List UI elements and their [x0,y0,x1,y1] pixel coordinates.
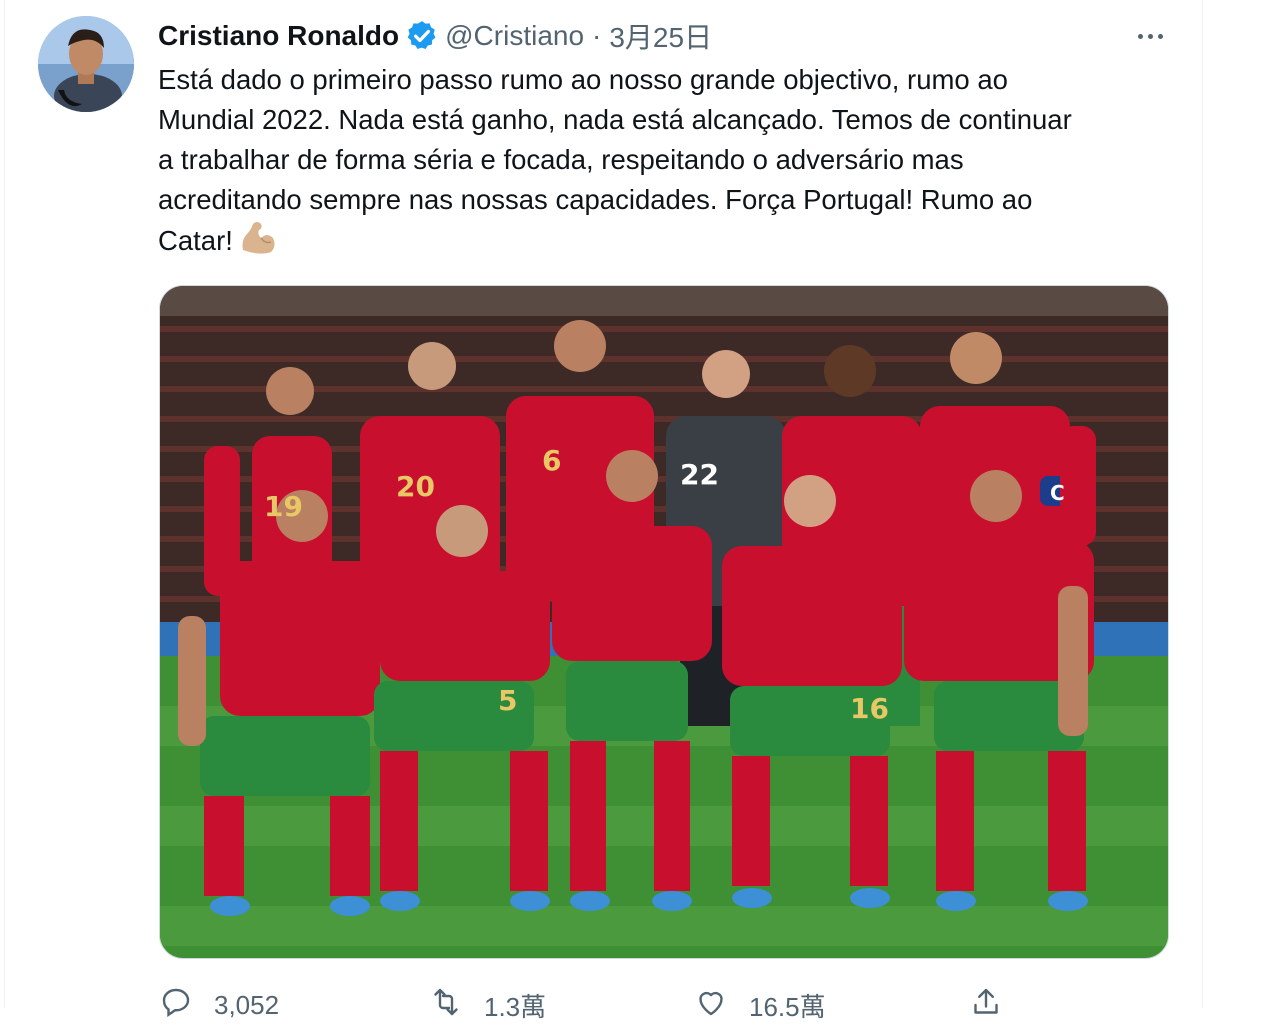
jersey-number: 22 [680,458,719,491]
flexed-biceps-icon [239,220,277,267]
tweet-body: Está dado o primeiro passo rumo ao nosso… [158,64,1072,256]
author-name[interactable]: Cristiano Ronaldo [158,20,399,52]
tweet-actions: 3,052 1.3萬 16.5萬 [158,984,1168,1022]
jersey-number: 19 [264,490,303,523]
heart-icon [693,984,729,1027]
column-border-right [1202,0,1203,1008]
tweet-article[interactable]: Cristiano Ronaldo @Cristiano · 3月25日 Est… [0,0,1203,1022]
jersey-number: 5 [498,684,517,717]
tweet-text: Está dado o primeiro passo rumo ao nosso… [158,60,1178,267]
header-separator: · [592,20,602,51]
avatar[interactable] [38,16,134,112]
like-button[interactable]: 16.5萬 [693,984,826,1027]
reply-button[interactable]: 3,052 [158,984,279,1027]
tweet-timestamp[interactable]: 3月25日 [609,16,712,56]
reply-icon [158,984,194,1027]
verified-badge-icon [405,19,439,53]
more-options-button[interactable] [1130,22,1170,50]
share-icon [968,984,1004,1027]
more-dot-icon [1137,33,1143,39]
like-count: 16.5萬 [749,992,826,1022]
jersey-number: 16 [850,692,889,725]
captain-armband: C [1050,481,1065,505]
retweet-button[interactable]: 1.3萬 [428,984,546,1027]
share-button[interactable] [968,984,1004,1027]
more-dot-icon [1147,33,1153,39]
author-handle[interactable]: @Cristiano [445,20,584,52]
column-border-left [4,0,5,1008]
jersey-number: 6 [542,444,561,477]
tweet-header: Cristiano Ronaldo @Cristiano · 3月25日 [158,14,712,58]
reply-count: 3,052 [214,990,280,1020]
jersey-number: 20 [396,470,435,503]
more-dot-icon [1157,33,1163,39]
tweet-photo[interactable]: 19 20 6 22 5 16 C [159,285,1169,959]
retweet-count: 1.3萬 [484,992,547,1022]
retweet-icon [428,984,464,1027]
